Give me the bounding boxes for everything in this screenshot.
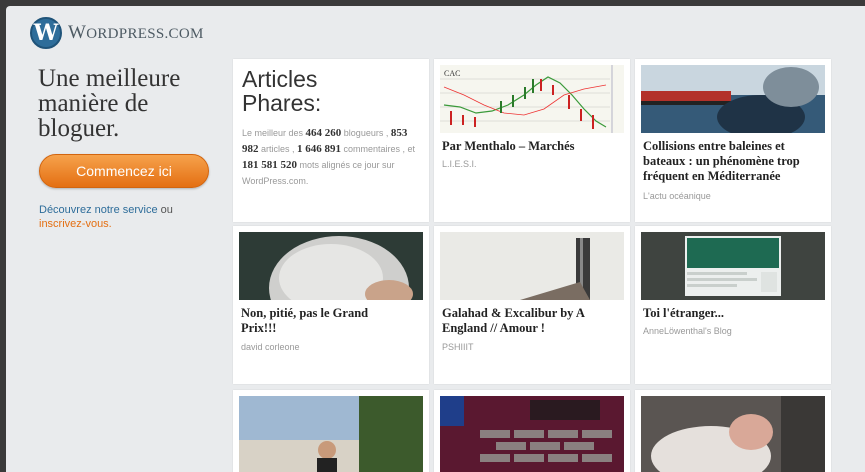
post-card[interactable] (635, 390, 831, 472)
browser-viewport: W WORDPRESS.COM Une meilleure manière de… (6, 6, 865, 472)
portrait-image (239, 232, 423, 300)
post-card[interactable]: Toi l'étranger... AnneLöwenthal's Blog (635, 226, 831, 384)
post-card[interactable]: CAC Par Menthalo – Marchés L.I.E.S.I. (434, 59, 630, 222)
stock-chart-thumbnail: CAC (440, 65, 624, 133)
post-source[interactable]: AnneLöwenthal's Blog (643, 326, 732, 336)
logo-text-initial: W (68, 22, 87, 43)
featured-title: Articles Phares: (242, 66, 322, 116)
post-card[interactable]: Galahad & Excalibur by A England // Amou… (434, 226, 630, 384)
wordpress-logo[interactable]: W WORDPRESS.COM (30, 16, 204, 50)
page-tagline: Une meilleure manière de bloguer. (38, 65, 181, 142)
stats-text-2: blogueurs , (341, 128, 389, 138)
post-card[interactable]: Non, pitié, pas le Grand Prix!!! david c… (233, 226, 429, 384)
blog-screenshot-image (641, 232, 825, 300)
post-thumbnail[interactable]: CAC (440, 65, 624, 133)
stats-text-3: articles , (258, 144, 298, 154)
nail-polish-image (440, 232, 624, 300)
logo-text-rest: ORDPRESS (86, 26, 165, 42)
post-card[interactable]: Collisions entre baleines et bateaux : u… (635, 59, 831, 222)
bloggers-count: 464 260 (305, 127, 342, 139)
post-card[interactable] (233, 390, 429, 472)
discover-text: Découvrez notre service ou inscrivez-vou… (39, 203, 209, 231)
politician-photo (239, 396, 423, 472)
post-source[interactable]: L'actu océanique (643, 191, 711, 201)
post-source[interactable]: L.I.E.S.I. (442, 159, 477, 169)
baby-photo (641, 396, 825, 472)
logo-wordmark: WORDPRESS.COM (68, 22, 204, 44)
stats-text-4: commentaires , et (343, 144, 416, 154)
post-title[interactable]: Galahad & Excalibur by A England // Amou… (442, 306, 617, 336)
brick-wall-image (440, 396, 624, 472)
post-thumbnail[interactable] (239, 232, 423, 300)
post-title[interactable]: Non, pitié, pas le Grand Prix!!! (241, 306, 391, 336)
comments-count: 1 646 891 (297, 143, 342, 155)
post-thumbnail[interactable] (641, 232, 825, 300)
discover-service-link[interactable]: Découvrez notre service (39, 204, 158, 216)
post-thumbnail[interactable] (641, 396, 825, 472)
chart-thumb-label: CAC (444, 69, 460, 78)
post-thumbnail[interactable] (440, 232, 624, 300)
logo-text-suffix: .COM (164, 26, 204, 42)
post-source[interactable]: david corleone (241, 342, 300, 352)
get-started-button[interactable]: Commencez ici (39, 154, 209, 188)
wordpress-logo-icon: W (30, 17, 62, 49)
signup-link[interactable]: inscrivez-vous. (39, 218, 112, 230)
featured-stats: Le meilleur des 464 260 blogueurs , 853 … (242, 125, 422, 189)
post-title[interactable]: Toi l'étranger... (643, 306, 818, 321)
words-count: 181 581 520 (242, 159, 297, 171)
post-title[interactable]: Par Menthalo – Marchés (442, 139, 622, 154)
post-title[interactable]: Collisions entre baleines et bateaux : u… (643, 139, 827, 184)
whale-ship-image (641, 65, 825, 133)
post-card[interactable] (434, 390, 630, 472)
discover-or-text: ou (157, 204, 173, 216)
post-thumbnail[interactable] (239, 396, 423, 472)
post-thumbnail[interactable] (440, 396, 624, 472)
featured-intro-card: Articles Phares: Le meilleur des 464 260… (233, 59, 429, 222)
stats-text-1: Le meilleur des (242, 128, 306, 138)
post-source[interactable]: PSHIIIT (442, 342, 474, 352)
post-thumbnail[interactable] (641, 65, 825, 133)
